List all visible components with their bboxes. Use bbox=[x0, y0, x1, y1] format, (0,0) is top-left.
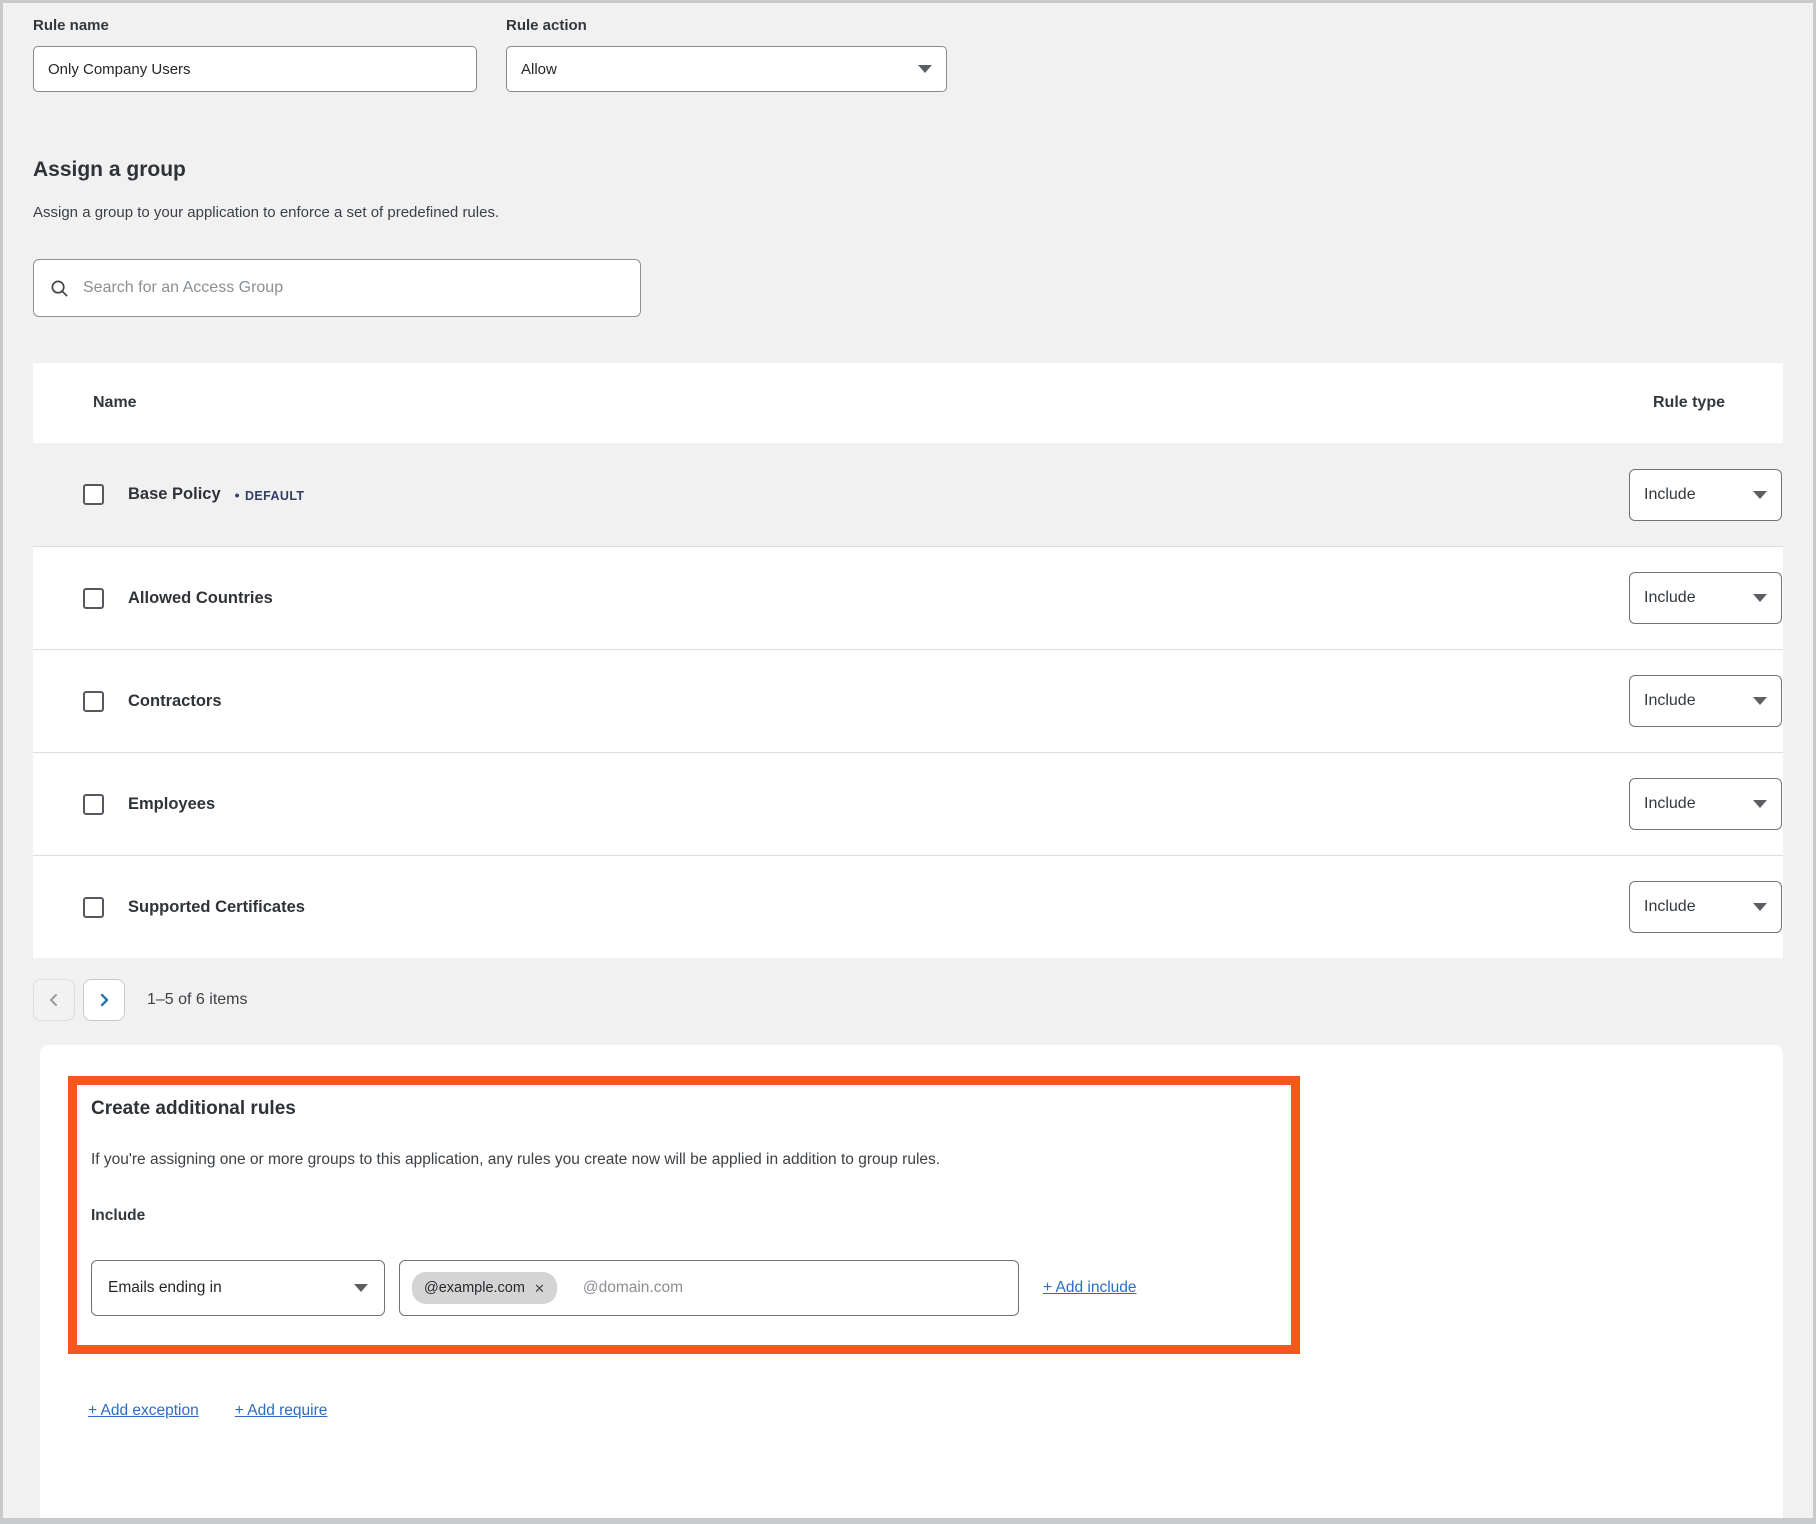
row-checkbox[interactable] bbox=[83, 691, 104, 712]
table-header: Name Rule type bbox=[33, 363, 1783, 443]
group-name: Base Policy bbox=[128, 485, 221, 504]
column-header-rule-type: Rule type bbox=[1572, 394, 1725, 412]
create-additional-rules-highlight: Create additional rules If you're assign… bbox=[68, 1076, 1300, 1354]
row-name-cell: Employees bbox=[33, 794, 1629, 815]
rule-criteria-value: Emails ending in bbox=[108, 1279, 222, 1297]
caret-down-icon bbox=[1753, 903, 1767, 911]
pagination-status: 1–5 of 6 items bbox=[147, 991, 248, 1009]
group-name: Employees bbox=[128, 795, 215, 814]
rule-name-input[interactable] bbox=[33, 46, 477, 92]
table-row: Contractors Include bbox=[33, 649, 1783, 752]
rule-criteria-select[interactable]: Emails ending in bbox=[91, 1260, 385, 1316]
column-header-name: Name bbox=[33, 394, 1572, 412]
search-input[interactable] bbox=[83, 279, 624, 297]
bullet-icon: • bbox=[235, 487, 240, 503]
next-page-button[interactable] bbox=[83, 979, 125, 1021]
assign-group-description: Assign a group to your application to en… bbox=[33, 204, 1783, 221]
caret-down-icon bbox=[1753, 697, 1767, 705]
group-name: Supported Certificates bbox=[128, 898, 305, 917]
table-rows: Base Policy •DEFAULT Include Allowed Cou… bbox=[33, 443, 1783, 958]
previous-page-button[interactable] bbox=[33, 979, 75, 1021]
rule-type-select[interactable]: Include bbox=[1629, 469, 1782, 521]
rule-links: + Add exception + Add require bbox=[68, 1402, 1755, 1420]
row-name-cell: Contractors bbox=[33, 691, 1629, 712]
row-checkbox[interactable] bbox=[83, 794, 104, 815]
rule-type-value: Include bbox=[1644, 898, 1696, 916]
row-checkbox[interactable] bbox=[83, 484, 104, 505]
rule-type-select[interactable]: Include bbox=[1629, 778, 1782, 830]
additional-rules-description: If you're assigning one or more groups t… bbox=[91, 1151, 1271, 1169]
caret-down-icon bbox=[918, 65, 932, 73]
rule-type-value: Include bbox=[1644, 486, 1696, 504]
chevron-right-icon bbox=[97, 993, 111, 1007]
rule-type-value: Include bbox=[1644, 692, 1696, 710]
rule-type-value: Include bbox=[1644, 589, 1696, 607]
additional-rules-title: Create additional rules bbox=[91, 1098, 1271, 1120]
access-group-search[interactable] bbox=[33, 259, 641, 317]
row-name-cell: Allowed Countries bbox=[33, 588, 1629, 609]
rule-type-select[interactable]: Include bbox=[1629, 675, 1782, 727]
caret-down-icon bbox=[1753, 594, 1767, 602]
group-name: Allowed Countries bbox=[128, 589, 273, 608]
row-checkbox[interactable] bbox=[83, 588, 104, 609]
table-row: Base Policy •DEFAULT Include bbox=[33, 443, 1783, 546]
rule-type-select[interactable]: Include bbox=[1629, 572, 1782, 624]
add-require-link[interactable]: + Add require bbox=[235, 1402, 328, 1420]
remove-tag-icon[interactable]: ✕ bbox=[534, 1282, 545, 1295]
rule-action-value: Allow bbox=[521, 61, 557, 78]
input-placeholder: @domain.com bbox=[583, 1279, 683, 1297]
assign-group-title: Assign a group bbox=[33, 158, 1783, 182]
rule-type-select[interactable]: Include bbox=[1629, 881, 1782, 933]
include-rule-row: Emails ending in @example.com ✕ @domain.… bbox=[91, 1260, 1271, 1316]
access-rule-page: Rule name Rule action Allow Assign a gro… bbox=[3, 3, 1813, 1518]
row-checkbox[interactable] bbox=[83, 897, 104, 918]
rule-settings-form: Rule name Rule action Allow bbox=[33, 17, 1783, 92]
row-name-cell: Base Policy •DEFAULT bbox=[33, 484, 1629, 505]
access-groups-table: Name Rule type Base Policy •DEFAULT Incl… bbox=[33, 363, 1783, 958]
rule-name-field-group: Rule name bbox=[33, 17, 477, 92]
rule-action-field-group: Rule action Allow bbox=[506, 17, 947, 92]
additional-rules-card: Create additional rules If you're assign… bbox=[40, 1045, 1783, 1518]
add-exception-link[interactable]: + Add exception bbox=[88, 1402, 199, 1420]
rule-type-value: Include bbox=[1644, 795, 1696, 813]
rule-name-label: Rule name bbox=[33, 17, 477, 34]
pagination: 1–5 of 6 items bbox=[33, 979, 1783, 1021]
email-domain-input[interactable]: @example.com ✕ @domain.com bbox=[399, 1260, 1019, 1316]
table-row: Employees Include bbox=[33, 752, 1783, 855]
default-badge: •DEFAULT bbox=[235, 487, 305, 503]
caret-down-icon bbox=[354, 1284, 368, 1292]
chevron-left-icon bbox=[47, 993, 61, 1007]
add-include-link[interactable]: + Add include bbox=[1043, 1279, 1137, 1297]
table-row: Supported Certificates Include bbox=[33, 855, 1783, 958]
tag-label: @example.com bbox=[424, 1280, 525, 1296]
email-domain-tag: @example.com ✕ bbox=[412, 1272, 557, 1304]
table-row: Allowed Countries Include bbox=[33, 546, 1783, 649]
caret-down-icon bbox=[1753, 491, 1767, 499]
row-name-cell: Supported Certificates bbox=[33, 897, 1629, 918]
rule-action-select[interactable]: Allow bbox=[506, 46, 947, 92]
caret-down-icon bbox=[1753, 800, 1767, 808]
include-section-label: Include bbox=[91, 1207, 1271, 1225]
search-icon bbox=[50, 279, 69, 298]
rule-action-label: Rule action bbox=[506, 17, 947, 34]
group-name: Contractors bbox=[128, 692, 222, 711]
